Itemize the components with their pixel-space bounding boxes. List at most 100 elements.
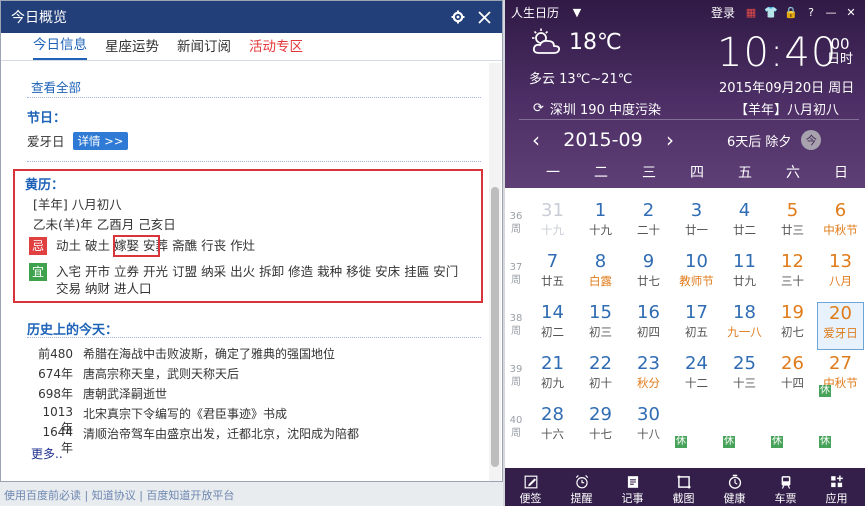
day-number: 18 bbox=[733, 302, 756, 323]
prev-month-chevron-icon[interactable]: ‹ bbox=[519, 128, 553, 152]
week-number-value: 36 bbox=[509, 211, 523, 222]
calendar-day[interactable]: 休 bbox=[817, 404, 864, 452]
history-text[interactable]: 唐高宗称天皇，武则天称天后 bbox=[83, 365, 239, 382]
settings-gear-icon[interactable] bbox=[448, 7, 468, 27]
calendar-day[interactable]: 9 廿七 bbox=[625, 251, 672, 299]
today-button[interactable]: 今 bbox=[801, 130, 822, 150]
calendar-day[interactable]: 休 bbox=[721, 404, 768, 452]
content-scrollbar[interactable] bbox=[489, 63, 501, 481]
calendar-day-selected[interactable]: 20 爱牙日 bbox=[817, 302, 864, 350]
close-icon[interactable]: ✕ bbox=[843, 4, 859, 20]
calendar-day[interactable]: 18 九一八 bbox=[721, 302, 768, 350]
next-month-chevron-icon[interactable]: › bbox=[653, 128, 687, 152]
calendar-day[interactable]: 5 廿三 bbox=[769, 200, 816, 248]
calendar-day[interactable]: 16 初四 bbox=[625, 302, 672, 350]
weather-block[interactable]: 18℃ bbox=[529, 28, 622, 56]
close-icon[interactable] bbox=[474, 7, 494, 27]
tool-label: 车票 bbox=[774, 492, 797, 505]
day-lunar: 二十 bbox=[637, 223, 660, 237]
suitable-item: 修造 bbox=[288, 264, 314, 279]
history-text[interactable]: 希腊在海战中击败波斯，确定了雅典的强国地位 bbox=[83, 345, 335, 362]
minimize-icon[interactable]: — bbox=[823, 4, 839, 20]
calendar-day[interactable]: 25 十三 bbox=[721, 353, 768, 401]
tab-today-info[interactable]: 今日信息 bbox=[33, 33, 87, 60]
week-number-value: 39 bbox=[509, 364, 523, 375]
tab-events[interactable]: 活动专区 bbox=[249, 35, 303, 60]
refresh-icon[interactable]: ⟳ bbox=[533, 101, 544, 116]
city-air-quality[interactable]: ⟳ 深圳 190 中度污染 bbox=[533, 99, 661, 118]
calendar-day[interactable]: 休 bbox=[673, 404, 720, 452]
tool-button[interactable]: 应用 bbox=[811, 468, 862, 506]
day-lunar: 十七 bbox=[589, 427, 612, 441]
gift-icon[interactable]: ▦ bbox=[743, 4, 759, 20]
weekday-label: 三 bbox=[642, 165, 656, 181]
tool-button[interactable]: 记事 bbox=[607, 468, 658, 506]
week-suffix: 周 bbox=[511, 224, 521, 235]
help-icon[interactable]: ? bbox=[803, 4, 819, 20]
view-all-link[interactable]: 查看全部 bbox=[31, 77, 81, 96]
tool-button[interactable]: 截图 bbox=[658, 468, 709, 506]
calendar-day[interactable]: 2 二十 bbox=[625, 200, 672, 248]
festival-detail-button[interactable]: 详情 >> bbox=[72, 131, 129, 150]
week-number-value: 38 bbox=[509, 313, 523, 324]
day-lunar: 初三 bbox=[589, 325, 612, 339]
calendar-day[interactable]: 22 初十 bbox=[577, 353, 624, 401]
weekday-label: 五 bbox=[738, 165, 752, 181]
calendar-day[interactable]: 6 中秋节 bbox=[817, 200, 864, 248]
calendar-day[interactable]: 14 初二 bbox=[529, 302, 576, 350]
calendar-day[interactable]: 31 十九 bbox=[529, 200, 576, 248]
tool-button[interactable]: 车票 bbox=[760, 468, 811, 506]
tab-news[interactable]: 新闻订阅 bbox=[177, 35, 231, 60]
calendar-day[interactable]: 10 教师节 bbox=[673, 251, 720, 299]
day-lunar: 十三 bbox=[733, 376, 756, 390]
login-link[interactable]: 登录 bbox=[711, 4, 735, 21]
tool-button[interactable]: 便签 bbox=[505, 468, 556, 506]
calendar-day[interactable]: 19 初七 bbox=[769, 302, 816, 350]
calendar-day[interactable]: 24 十二 bbox=[673, 353, 720, 401]
calendar-day[interactable]: 休 bbox=[769, 404, 816, 452]
tool-button[interactable]: 提醒 bbox=[556, 468, 607, 506]
calendar-day[interactable]: 26 十四 bbox=[769, 353, 816, 401]
calendar-day[interactable]: 15 初三 bbox=[577, 302, 624, 350]
day-number: 8 bbox=[594, 251, 607, 272]
calendar-day[interactable]: 30 十八 bbox=[625, 404, 672, 452]
calendar-day[interactable]: 27 中秋节休 bbox=[817, 353, 864, 401]
lock-icon[interactable]: 🔒 bbox=[783, 4, 799, 20]
calendar-day[interactable]: 7 廿五 bbox=[529, 251, 576, 299]
history-text[interactable]: 唐朝武泽嗣逝世 bbox=[83, 385, 167, 402]
calendar-day[interactable]: 3 廿一 bbox=[673, 200, 720, 248]
calendar-day[interactable]: 23 秋分 bbox=[625, 353, 672, 401]
current-month[interactable]: 2015-09 bbox=[553, 129, 653, 151]
note-icon bbox=[627, 476, 638, 488]
calendar-day[interactable]: 28 十六 bbox=[529, 404, 576, 452]
train-icon bbox=[781, 476, 790, 489]
day-lunar: 九一八 bbox=[727, 325, 762, 339]
scrollbar-thumb[interactable] bbox=[491, 187, 499, 467]
city-line: 深圳 190 中度污染 bbox=[549, 103, 661, 118]
skin-shirt-icon[interactable]: 👕 bbox=[763, 4, 779, 20]
apps-icon bbox=[830, 475, 843, 488]
weekday-label: 六 bbox=[786, 165, 800, 181]
temperature: 18℃ bbox=[569, 29, 622, 55]
history-more-link[interactable]: 更多.. bbox=[31, 445, 63, 462]
calendar-day[interactable]: 13 八月 bbox=[817, 251, 864, 299]
suitable-item: 拆卸 bbox=[259, 264, 285, 279]
calendar-day[interactable]: 8 白露 bbox=[577, 251, 624, 299]
suitable-item: 入宅 bbox=[56, 264, 82, 279]
calendar-day[interactable]: 11 廿九 bbox=[721, 251, 768, 299]
tool-label: 健康 bbox=[723, 492, 746, 505]
tool-button[interactable]: 健康 bbox=[709, 468, 760, 506]
calendar-day[interactable]: 4 廿二 bbox=[721, 200, 768, 248]
calendar-day[interactable]: 21 初九 bbox=[529, 353, 576, 401]
calendar-day[interactable]: 17 初五 bbox=[673, 302, 720, 350]
calendar-day[interactable]: 12 三十 bbox=[769, 251, 816, 299]
history-text[interactable]: 清顺治帝驾车由盛京出发，迁都北京，沈阳成为陪都 bbox=[83, 425, 359, 456]
clock-seconds-block: 00 日时 bbox=[827, 36, 853, 68]
tab-horoscope[interactable]: 星座运势 bbox=[105, 35, 159, 60]
calendar-day[interactable]: 29 十七 bbox=[577, 404, 624, 452]
history-item: 前480 希腊在海战中击败波斯，确定了雅典的强国地位 bbox=[31, 345, 335, 362]
next-festival-countdown[interactable]: 6天后 除夕 bbox=[727, 131, 791, 150]
day-number: 1 bbox=[594, 200, 607, 221]
app-menu-dropdown-icon[interactable]: ▼ bbox=[569, 4, 585, 20]
calendar-day[interactable]: 1 十九 bbox=[577, 200, 624, 248]
